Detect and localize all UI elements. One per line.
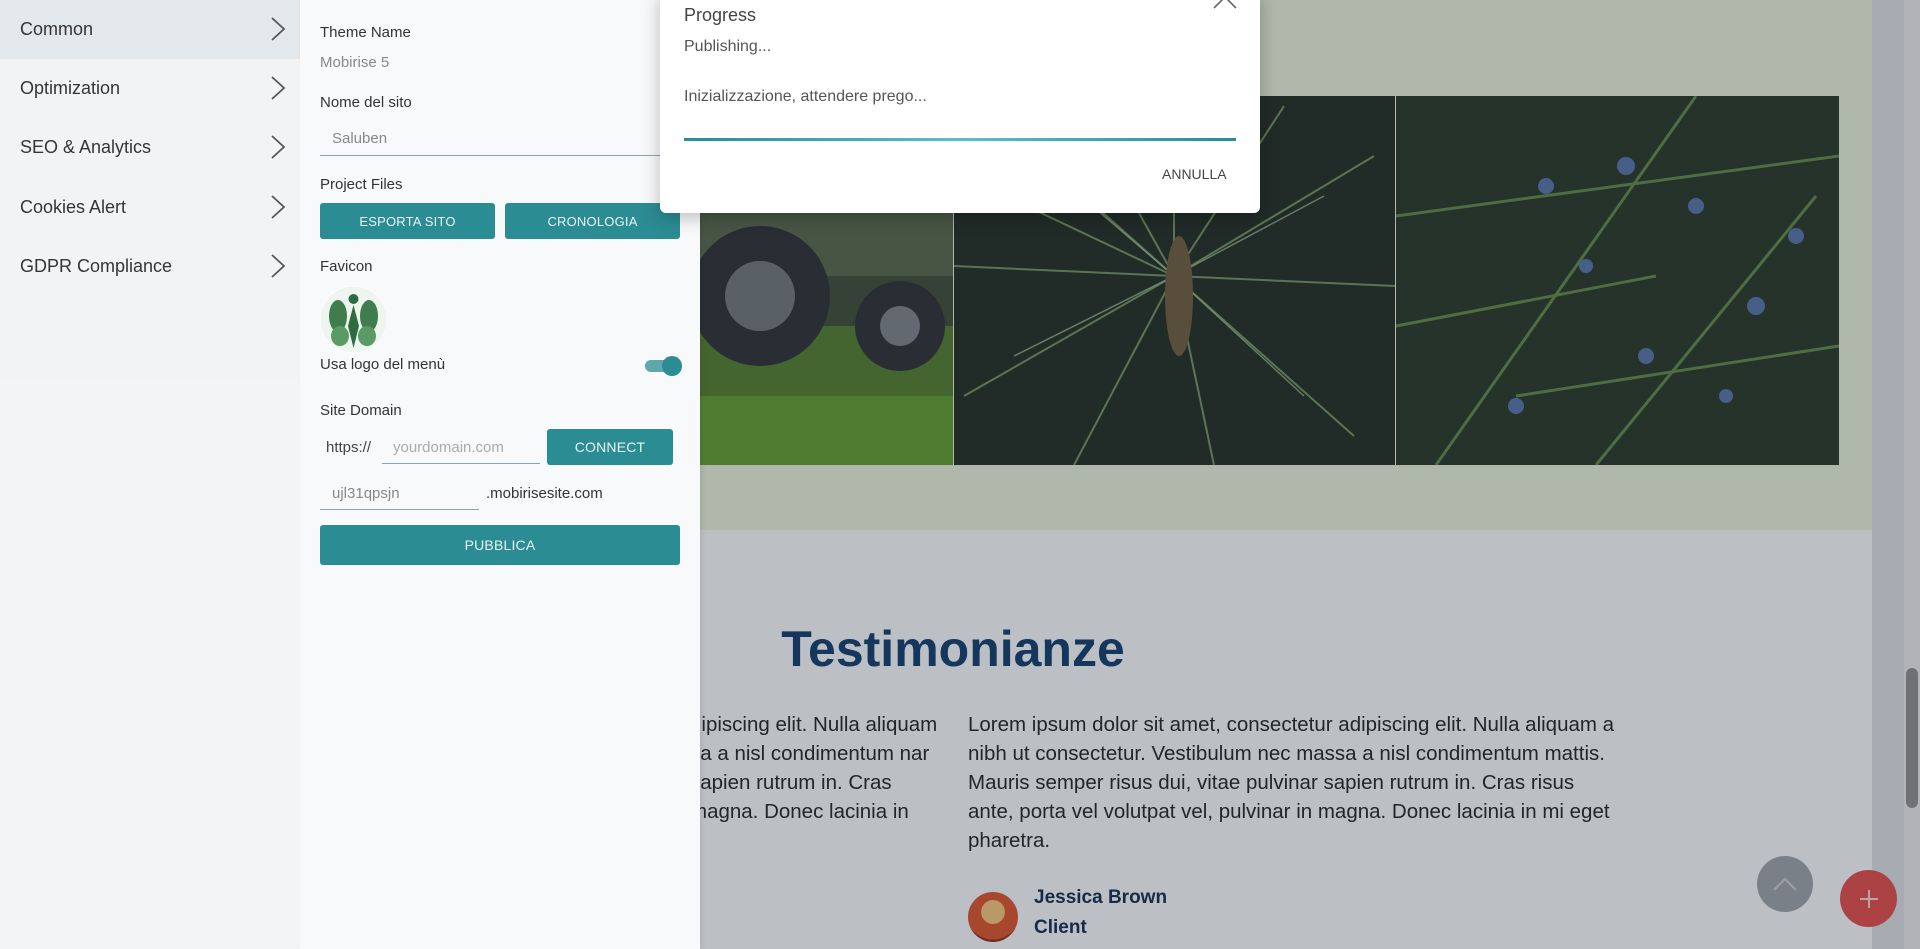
site-domain-label: Site Domain [320, 402, 402, 419]
subdomain-input[interactable]: ujl31qpsjn [332, 485, 400, 502]
chevron-right-icon [271, 135, 286, 159]
sidebar-item-label: SEO & Analytics [20, 137, 152, 157]
site-name-field[interactable]: Saluben [332, 130, 387, 147]
export-site-button[interactable]: ESPORTA SITO [320, 203, 495, 239]
chevron-right-icon [271, 195, 286, 219]
sidebar-item-gdpr-compliance[interactable]: GDPR Compliance [0, 237, 300, 296]
theme-name-value: Mobirise 5 [320, 54, 390, 71]
theme-name-label: Theme Name [320, 24, 411, 41]
connect-button[interactable]: CONNECT [547, 429, 673, 465]
favicon-image[interactable] [320, 286, 387, 353]
close-icon[interactable] [1212, 0, 1238, 20]
settings-sidebar: Common Optimization SEO & Analytics Cook… [0, 0, 300, 949]
domain-prefix: https:// [326, 439, 372, 456]
cancel-button[interactable]: ANNULLA [1162, 166, 1227, 182]
sidebar-item-seo-analytics[interactable]: SEO & Analytics [0, 118, 300, 177]
sidebar-item-label: Optimization [20, 78, 121, 98]
sidebar-item-label: Common [20, 19, 94, 39]
use-menu-logo-label: Usa logo del menù [320, 356, 446, 373]
project-files-label: Project Files [320, 176, 403, 193]
domain-input[interactable]: yourdomain.com [393, 439, 504, 456]
chevron-right-icon [271, 76, 286, 100]
toggle-knob [662, 356, 682, 376]
domain-input-underline [382, 463, 540, 464]
dialog-title: Progress [684, 5, 757, 25]
chevron-right-icon [271, 17, 286, 41]
use-menu-logo-toggle[interactable] [645, 356, 682, 376]
favicon-logo-icon [320, 286, 387, 353]
sidebar-item-label: Cookies Alert [20, 197, 127, 217]
subdomain-suffix: .mobirisesite.com [486, 485, 603, 502]
publish-button[interactable]: PUBBLICA [320, 525, 680, 565]
subdomain-input-underline [320, 509, 479, 510]
sidebar-item-cookies-alert[interactable]: Cookies Alert [0, 178, 300, 237]
dialog-status: Publishing... [684, 38, 772, 55]
chevron-right-icon [271, 254, 286, 278]
favicon-label: Favicon [320, 258, 373, 275]
common-settings-panel: Theme Name Mobirise 5 Nome del sito Salu… [300, 0, 700, 949]
sidebar-item-common[interactable]: Common [0, 0, 300, 59]
site-name-label: Nome del sito [320, 94, 412, 111]
history-button[interactable]: CRONOLOGIA [505, 203, 680, 239]
progress-bar [684, 138, 1236, 141]
dialog-message: Inizializzazione, attendere prego... [684, 88, 927, 105]
progress-dialog: Progress Publishing... Inizializzazione,… [660, 0, 1260, 213]
progress-bar-fill [684, 138, 1236, 141]
sidebar-item-label: GDPR Compliance [20, 256, 173, 276]
sidebar-item-optimization[interactable]: Optimization [0, 59, 300, 118]
site-name-underline [320, 155, 680, 156]
